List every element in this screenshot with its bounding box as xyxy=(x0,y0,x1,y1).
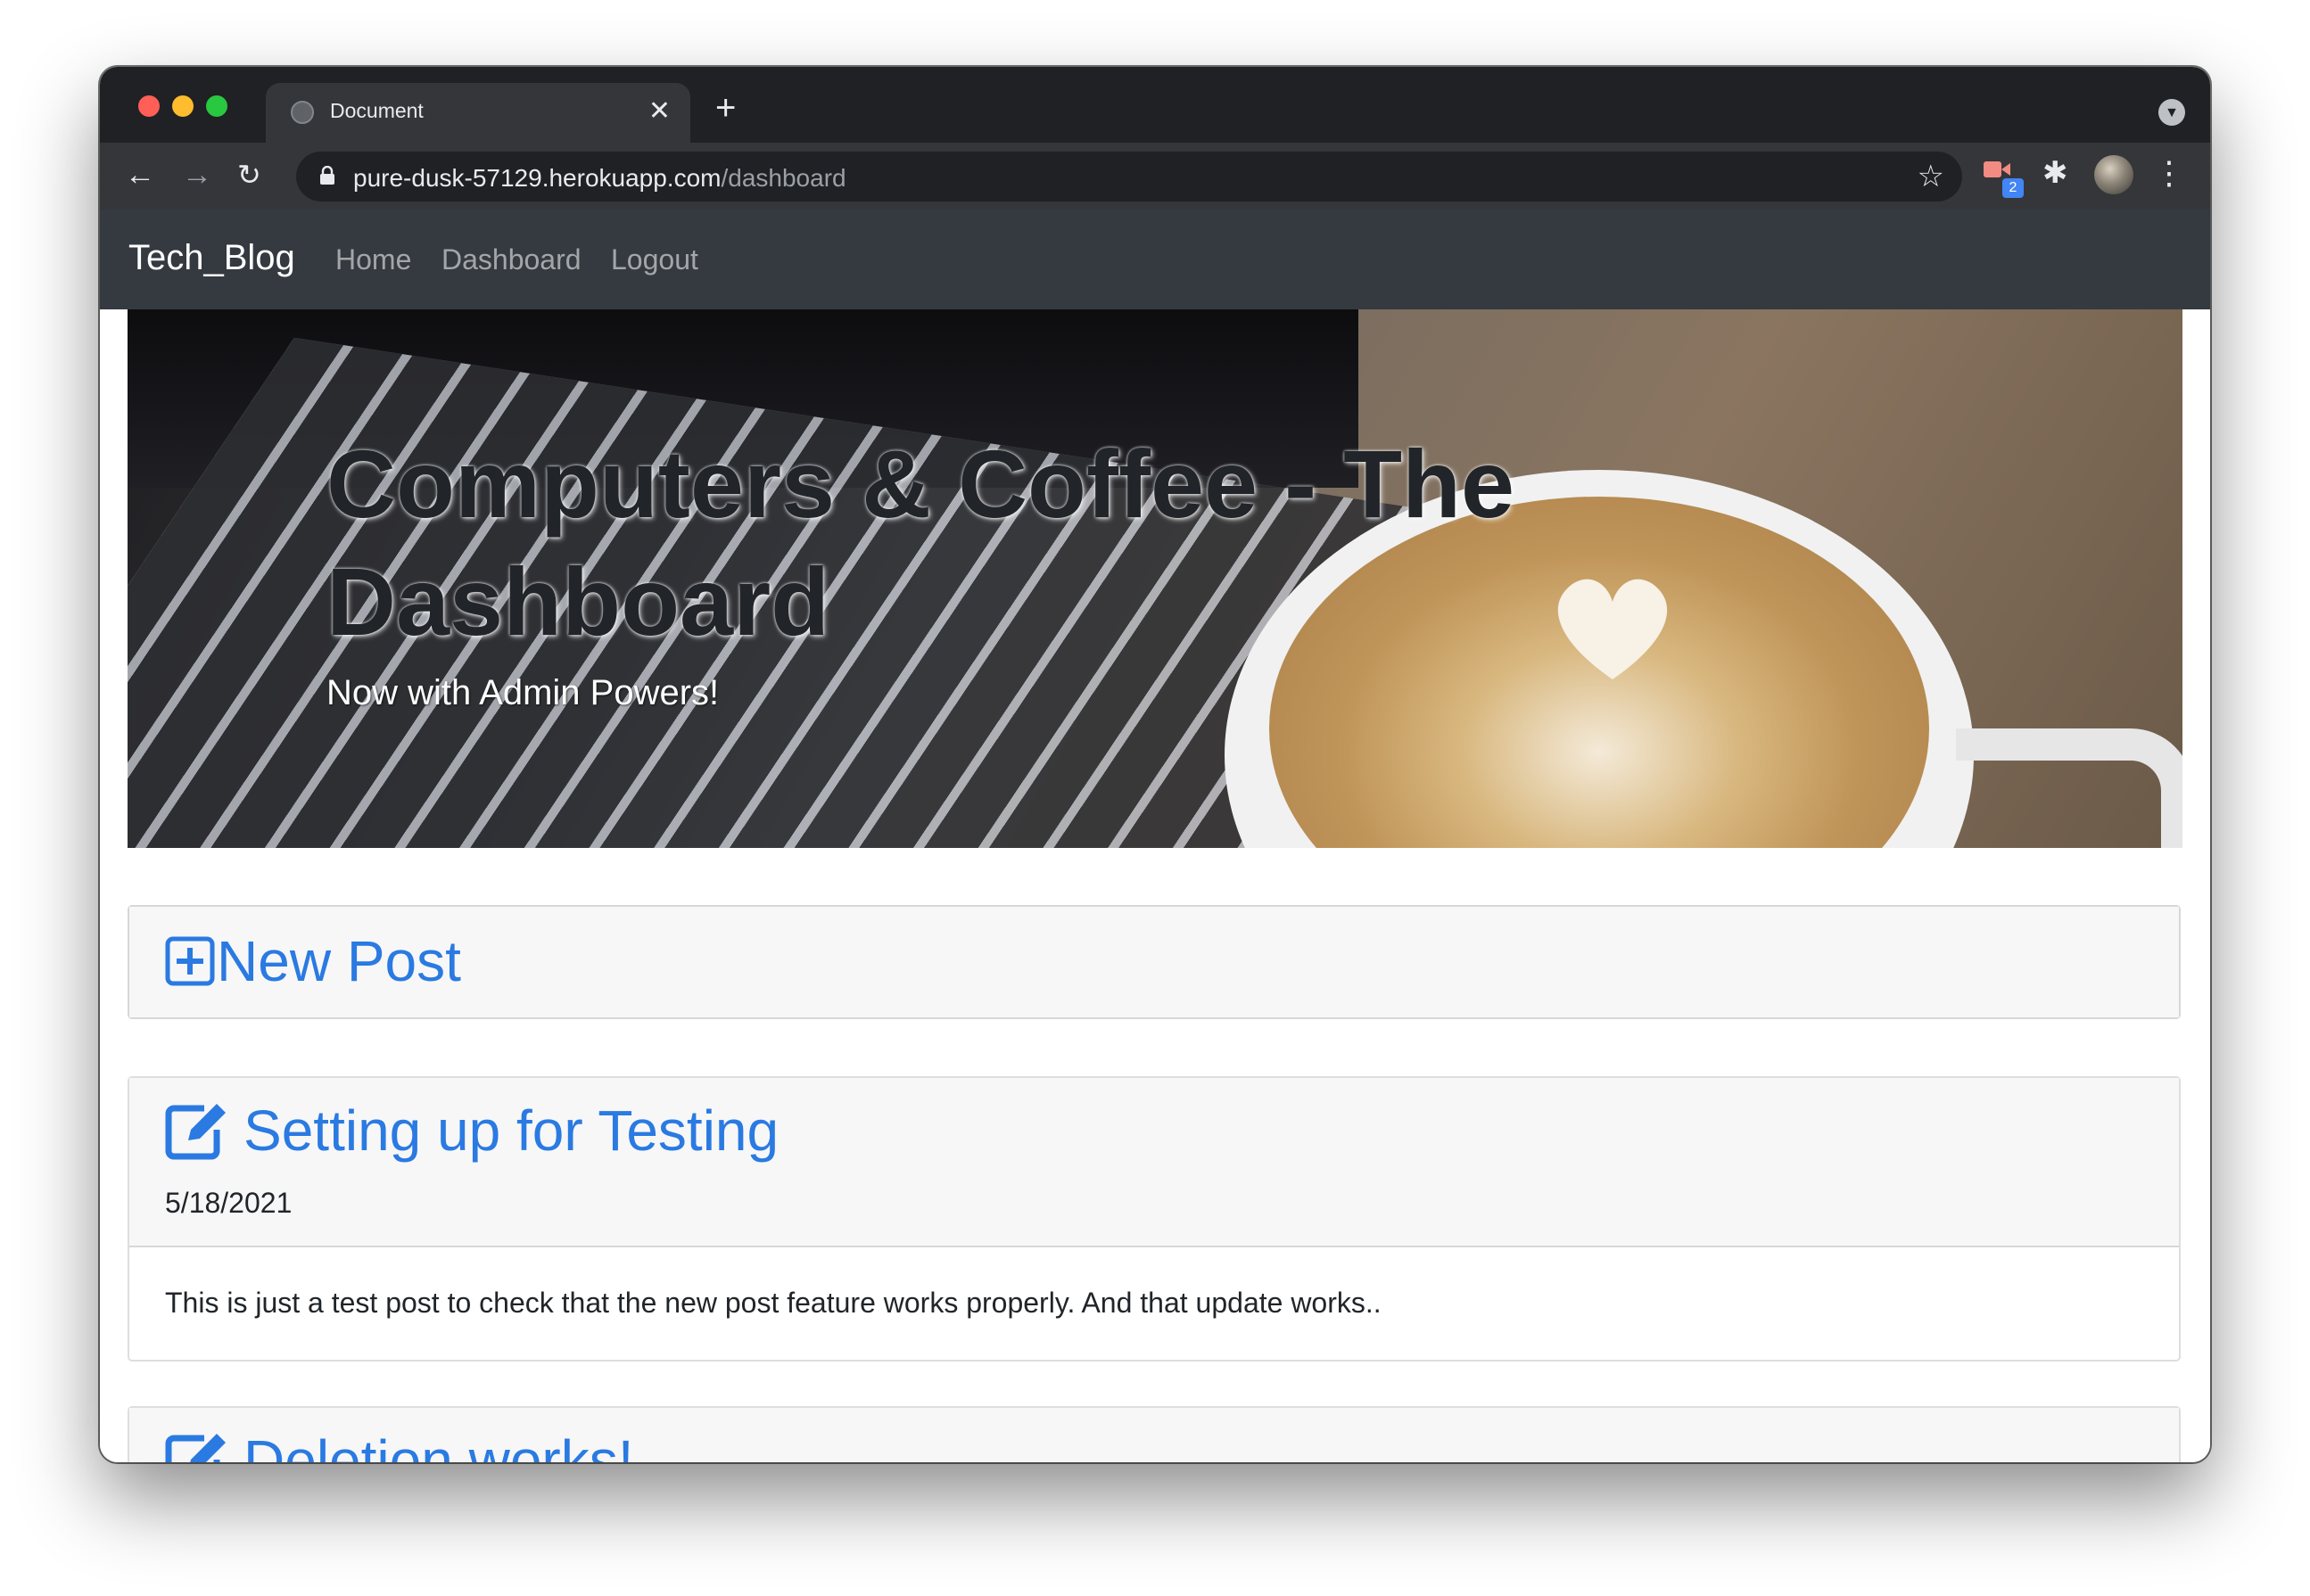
post-title-link[interactable]: Deletion works! xyxy=(165,1427,634,1462)
extension-badge: 2 xyxy=(2002,178,2024,198)
tab-close-icon[interactable]: ✕ xyxy=(648,95,671,128)
new-post-link[interactable]: New Post xyxy=(165,928,461,994)
puzzle-icon[interactable]: ✱ xyxy=(2042,155,2068,191)
hero-subtitle: Now with Admin Powers! xyxy=(326,673,720,712)
address-bar[interactable]: pure-dusk-57129.herokuapp.com/dashboard … xyxy=(296,152,1962,202)
new-post-card: New Post xyxy=(128,905,2181,1019)
edit-icon xyxy=(165,1104,226,1160)
browser-tab[interactable]: Document ✕ xyxy=(266,83,690,143)
post-title-link[interactable]: Setting up for Testing xyxy=(165,1098,779,1164)
minimize-window-button[interactable] xyxy=(172,95,194,117)
post-date: 5/18/2021 xyxy=(165,1187,293,1219)
url-host: pure-dusk-57129.herokuapp.com xyxy=(353,164,722,192)
lock-icon xyxy=(320,166,334,185)
page-viewport: Tech_Blog Home Dashboard Logout Computer… xyxy=(100,210,2210,1462)
hero-cup-handle xyxy=(1956,728,2182,848)
profile-avatar[interactable] xyxy=(2094,155,2133,194)
plus-square-icon xyxy=(165,936,215,986)
close-window-button[interactable] xyxy=(138,95,160,117)
post-card-header: Setting up for Testing 5/18/2021 xyxy=(129,1078,2179,1247)
new-post-label: New Post xyxy=(217,929,461,993)
post-card: Deletion works! xyxy=(128,1406,2181,1462)
browser-toolbar: ← → ↻ pure-dusk-57129.herokuapp.com/dash… xyxy=(100,143,2210,210)
post-body: This is just a test post to check that t… xyxy=(165,1287,1382,1319)
new-tab-button[interactable]: + xyxy=(715,90,736,126)
star-icon[interactable]: ☆ xyxy=(1918,159,1944,194)
zoom-window-button[interactable] xyxy=(206,95,227,117)
nav-dashboard-link[interactable]: Dashboard xyxy=(441,243,582,276)
tab-title: Document xyxy=(330,99,424,122)
url-path: /dashboard xyxy=(721,164,846,192)
site-navbar: Tech_Blog Home Dashboard Logout xyxy=(100,210,2210,309)
tab-search-icon[interactable]: ▼ xyxy=(2158,99,2185,126)
hero-title: Computers & Coffee - The Dashboard xyxy=(326,430,1515,655)
forward-arrow-icon[interactable]: → xyxy=(182,157,212,193)
globe-icon xyxy=(291,101,314,124)
reload-icon[interactable]: ↻ xyxy=(237,157,261,193)
post-card: Setting up for Testing 5/18/2021 This is… xyxy=(128,1076,2181,1362)
brand-link[interactable]: Tech_Blog xyxy=(128,238,295,278)
edit-icon xyxy=(165,1434,226,1462)
post-title: Deletion works! xyxy=(243,1428,634,1462)
kebab-menu-icon[interactable]: ⋮ xyxy=(2153,155,2185,191)
post-card-header: Deletion works! xyxy=(129,1408,2179,1462)
tab-strip: Document ✕ + ▼ xyxy=(100,67,2210,143)
browser-window: Document ✕ + ▼ ← → ↻ pure-dusk-57129.her… xyxy=(100,67,2210,1462)
back-arrow-icon[interactable]: ← xyxy=(125,157,155,193)
extension-video-icon[interactable] xyxy=(1984,159,2010,180)
nav-logout-link[interactable]: Logout xyxy=(611,243,698,276)
new-post-header: New Post xyxy=(129,907,2179,1017)
hero-banner: Computers & Coffee - The Dashboard Now w… xyxy=(128,309,2182,848)
nav-home-link[interactable]: Home xyxy=(335,243,411,276)
post-title: Setting up for Testing xyxy=(243,1098,780,1163)
post-card-body: This is just a test post to check that t… xyxy=(129,1247,2179,1362)
url-text: pure-dusk-57129.herokuapp.com/dashboard xyxy=(353,164,846,193)
